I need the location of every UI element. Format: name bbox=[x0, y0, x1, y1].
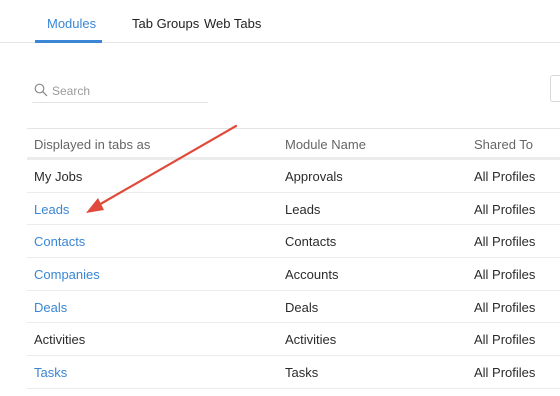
shared-to: All Profiles bbox=[474, 201, 536, 217]
table-row[interactable]: Contacts Contacts All Profiles bbox=[27, 225, 560, 259]
search-box bbox=[32, 79, 208, 103]
module-name: Leads bbox=[285, 201, 321, 217]
table-row[interactable]: Companies Accounts All Profiles bbox=[27, 258, 560, 291]
action-button-partial[interactable] bbox=[550, 75, 560, 102]
display-name-link[interactable]: Contacts bbox=[34, 234, 85, 249]
module-name: Contacts bbox=[285, 234, 337, 250]
shared-to: All Profiles bbox=[474, 169, 536, 184]
module-name: Accounts bbox=[285, 267, 339, 283]
tab-modules[interactable]: Modules bbox=[47, 16, 96, 32]
search-icon bbox=[34, 83, 48, 97]
display-name-link[interactable]: Tasks bbox=[34, 365, 67, 380]
modules-table: Displayed in tabs as Module Name Shared … bbox=[27, 128, 560, 389]
module-name: Approvals bbox=[285, 169, 343, 184]
module-name: Activities bbox=[285, 332, 337, 348]
table-header: Displayed in tabs as Module Name Shared … bbox=[27, 128, 560, 160]
table-row[interactable]: Activities Activities All Profiles bbox=[27, 323, 560, 357]
shared-to: All Profiles bbox=[474, 332, 536, 348]
table-row[interactable]: My Jobs Approvals All Profiles bbox=[27, 160, 560, 193]
shared-to: All Profiles bbox=[474, 365, 536, 381]
shared-to: All Profiles bbox=[474, 234, 536, 250]
header-shared-to: Shared To bbox=[474, 137, 534, 152]
display-name-link[interactable]: Deals bbox=[34, 300, 67, 315]
table-row[interactable]: Leads Leads All Profiles bbox=[27, 193, 560, 226]
search-input[interactable] bbox=[52, 81, 202, 101]
active-tab-indicator bbox=[35, 40, 102, 43]
tab-tab-groups[interactable]: Tab Groups bbox=[132, 16, 199, 32]
display-name: My Jobs bbox=[34, 169, 83, 184]
shared-to: All Profiles bbox=[474, 299, 536, 315]
header-module-name: Module Name bbox=[285, 137, 366, 152]
table-row[interactable]: Deals Deals All Profiles bbox=[27, 291, 560, 324]
tab-web-tabs[interactable]: Web Tabs bbox=[204, 16, 261, 32]
display-name-link[interactable]: Leads bbox=[34, 202, 69, 217]
module-tabs: Modules Tab Groups Web Tabs bbox=[0, 0, 560, 43]
module-name: Deals bbox=[285, 299, 319, 315]
table-row[interactable]: Tasks Tasks All Profiles bbox=[27, 356, 560, 389]
header-displayed-in-tabs-as: Displayed in tabs as bbox=[34, 137, 151, 152]
display-name: Activities bbox=[34, 332, 86, 348]
module-name: Tasks bbox=[285, 365, 319, 381]
display-name-link[interactable]: Companies bbox=[34, 267, 100, 282]
shared-to: All Profiles bbox=[474, 267, 536, 283]
